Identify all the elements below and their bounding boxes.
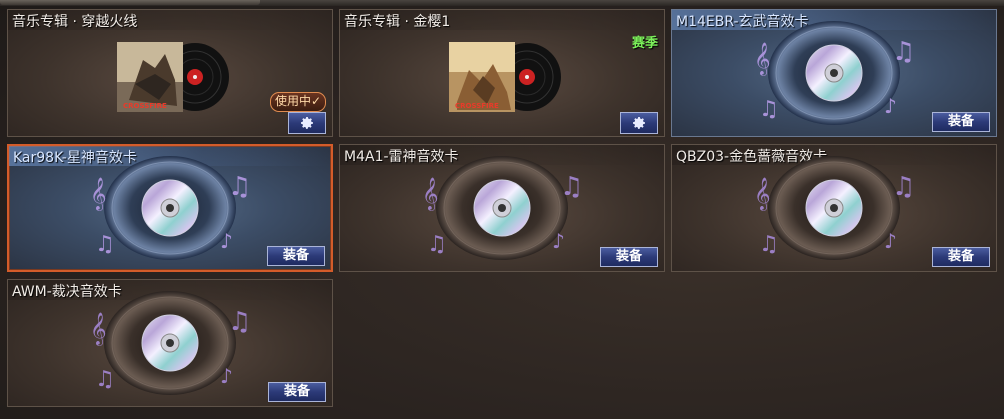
tab-left[interactable] [0, 0, 260, 5]
card-album-crossfire[interactable]: 音乐专辑 · 穿越火线 CROSSFIRE 使用中✓ [7, 9, 333, 137]
season-tag: 赛季 [631, 36, 658, 51]
in-use-badge: 使用中✓ [269, 92, 326, 112]
equip-button[interactable]: 装备 [932, 112, 990, 132]
crossfire-logo: CROSSFIRE [455, 102, 499, 110]
sound-card-art [70, 288, 270, 398]
sound-card-art [734, 18, 934, 128]
card-sound-qbz03[interactable]: QBZ03-金色蔷薇音效卡 装备 [671, 144, 997, 272]
card-title: 音乐专辑 · 穿越火线 [12, 14, 138, 30]
sound-card-art [734, 153, 934, 263]
card-sound-kar98k[interactable]: Kar98K-星神音效卡 装备 [7, 144, 333, 272]
top-tab-strip [0, 0, 1004, 6]
card-album-jinying[interactable]: 音乐专辑 · 金樱1 赛季 CROSSFIRE [339, 9, 665, 137]
card-title: 音乐专辑 · 金樱1 [344, 14, 451, 30]
settings-button[interactable] [288, 112, 326, 134]
equip-button[interactable]: 装备 [600, 247, 658, 267]
crossfire-logo: CROSSFIRE [123, 102, 167, 110]
gear-icon [631, 115, 647, 131]
settings-button[interactable] [620, 112, 658, 134]
album-cover-crossfire: CROSSFIRE [117, 42, 229, 112]
card-sound-m4a1[interactable]: M4A1-雷神音效卡 装备 [339, 144, 665, 272]
sound-card-art [402, 153, 602, 263]
album-cover-jinying: CROSSFIRE [449, 42, 561, 112]
gear-icon [299, 115, 315, 131]
equip-button[interactable]: 装备 [268, 382, 326, 402]
sound-card-art [70, 153, 270, 263]
card-sound-awm[interactable]: AWM-裁决音效卡 装备 [7, 279, 333, 407]
equip-button[interactable]: 装备 [267, 246, 325, 266]
card-sound-m14ebr[interactable]: M14EBR-玄武音效卡 装备 [671, 9, 997, 137]
equip-button[interactable]: 装备 [932, 247, 990, 267]
